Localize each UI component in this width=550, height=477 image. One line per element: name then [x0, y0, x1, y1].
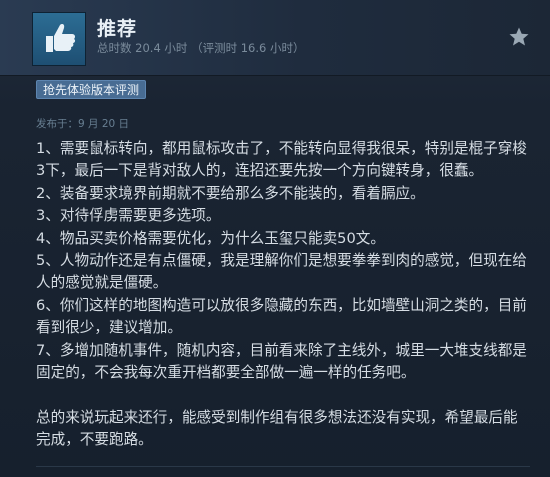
divider [36, 466, 530, 467]
thumbs-up-icon[interactable] [32, 12, 86, 66]
early-access-badge[interactable]: 抢先体验版本评测 [36, 80, 147, 99]
playtime-hours: 总时数 20.4 小时 （评测时 16.6 小时） [97, 40, 305, 56]
posted-date: 发布于：9 月 20 日 [36, 118, 130, 130]
review-header: 推荐 总时数 20.4 小时 （评测时 16.6 小时） [0, 0, 550, 76]
award-star-icon[interactable] [508, 26, 530, 48]
hours-total: 总时数 20.4 小时 [97, 41, 188, 55]
hours-at-review: （评测时 16.6 小时） [191, 41, 305, 55]
review-body-text: 1、需要鼠标转向，都用鼠标攻击了，不能转向显得我很呆，特别是棍子穿梭3下，最后一… [36, 140, 527, 449]
review-verdict: 推荐 [97, 18, 138, 40]
review-card: 推荐 总时数 20.4 小时 （评测时 16.6 小时） 抢先体验版本评测 发布… [0, 0, 550, 477]
